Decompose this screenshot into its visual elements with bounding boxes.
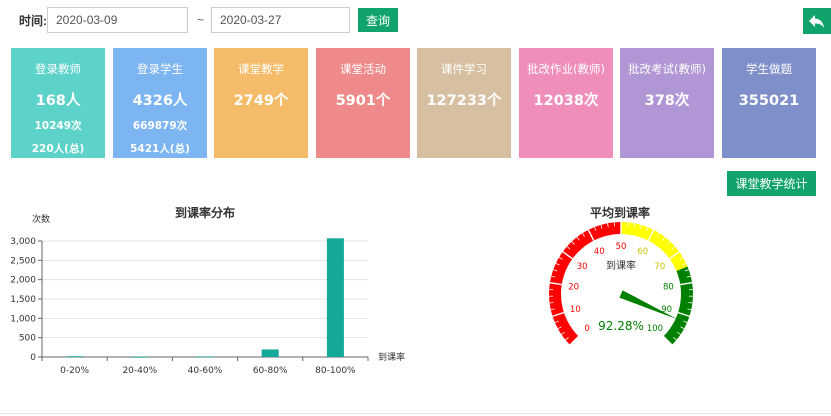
query-button[interactable]: 查询 xyxy=(358,8,398,32)
stat-card-login-students[interactable]: 登录学生 4326人 669879次 5421人(总) xyxy=(113,48,207,158)
x-axis-label: 到课率 xyxy=(378,351,405,363)
card-value: 355021 xyxy=(738,93,800,109)
class-teaching-stats-button[interactable]: 课堂教学统计 xyxy=(727,171,816,196)
stat-card-courseware-study[interactable]: 课件学习 127233个 xyxy=(417,48,511,158)
undo-arrow-icon xyxy=(809,15,824,28)
card-title: 学生做题 xyxy=(746,62,792,76)
x-tick-label: 0-20% xyxy=(60,366,89,376)
card-value: 127233个 xyxy=(426,93,502,109)
card-value: 168人 xyxy=(35,93,81,109)
gauge-minor-tick xyxy=(688,302,693,304)
gauge-tick-label: 80 xyxy=(663,282,674,292)
stat-card-class-teaching[interactable]: 课堂教学 2749个 xyxy=(214,48,308,158)
x-tick-label: 40-60% xyxy=(188,366,223,376)
y-axis-label: 次数 xyxy=(32,213,50,225)
time-label: 时间: xyxy=(19,14,47,28)
start-date-input[interactable] xyxy=(47,7,188,33)
card-value: 12038次 xyxy=(533,93,599,109)
card-value: 2749个 xyxy=(233,93,289,109)
gauge-name: 到课率 xyxy=(606,259,636,272)
bar-80-100% xyxy=(326,238,344,357)
attendance-distribution-chart: 0 500 1,000 1,500 2,000 2,500 3,000 次数到课率 0-20% 2… xyxy=(10,213,405,376)
card-title: 课堂教学 xyxy=(238,62,284,76)
gauge-minor-tick xyxy=(549,302,554,304)
bottom-divider xyxy=(0,413,831,414)
gauge-tick-label: 70 xyxy=(654,262,665,272)
gauge-tick-label: 20 xyxy=(568,282,579,292)
stat-card-student-exercises[interactable]: 学生做题 355021 xyxy=(722,48,816,158)
x-tick-label: 20-40% xyxy=(122,366,157,376)
stat-card-grade-homework[interactable]: 批改作业(教师) 12038次 xyxy=(519,48,613,158)
stat-card-login-teachers[interactable]: 登录教师 168人 10249次 220人(总) xyxy=(11,48,105,158)
back-button[interactable] xyxy=(803,8,831,34)
stat-card-class-activity[interactable]: 课堂活动 5901个 xyxy=(316,48,410,158)
card-sub-total: 5421人(总) xyxy=(130,143,190,155)
gauge-tick-label: 0 xyxy=(584,324,589,334)
bar-60-80% xyxy=(261,349,279,357)
y-tick-label: 500 xyxy=(19,334,36,344)
y-tick-label: 0 xyxy=(30,353,36,363)
card-sub-count: 669879次 xyxy=(132,120,188,132)
card-title: 登录学生 xyxy=(137,62,183,76)
gauge-tick-label: 30 xyxy=(577,262,588,272)
y-tick-label: 1,000 xyxy=(10,314,36,324)
date-range-separator: ~ xyxy=(197,13,205,27)
card-value: 4326人 xyxy=(132,93,188,109)
card-sub-count: 10249次 xyxy=(34,120,82,132)
card-title: 批改作业(教师) xyxy=(527,62,605,76)
x-tick-label: 60-80% xyxy=(253,366,288,376)
gauge-tick-label: 60 xyxy=(637,247,648,257)
gauge-tick-label: 100 xyxy=(647,324,663,334)
end-date-input[interactable] xyxy=(211,7,350,33)
card-title: 批改考试(教师) xyxy=(628,62,706,76)
gauge-value: 92.28% xyxy=(598,319,644,333)
card-sub-total: 220人(总) xyxy=(31,143,85,155)
gauge-tick-label: 10 xyxy=(570,305,581,315)
y-tick-label: 2,000 xyxy=(10,276,36,286)
average-attendance-gauge: 0102030405060708090100到课率92.28% xyxy=(549,222,693,346)
bar-0-20% xyxy=(66,356,84,358)
y-tick-label: 2,500 xyxy=(10,256,36,266)
card-title: 登录教师 xyxy=(35,62,81,76)
gauge-tick-label: 50 xyxy=(616,242,627,252)
x-tick-label: 80-100% xyxy=(315,366,356,376)
card-title: 课堂活动 xyxy=(340,62,386,76)
card-value: 378次 xyxy=(644,93,690,109)
y-tick-label: 3,000 xyxy=(10,237,36,247)
gauge-tick-label: 40 xyxy=(594,247,605,257)
bar-20-40% xyxy=(131,356,149,358)
card-title: 课件学习 xyxy=(441,62,487,76)
bar-40-60% xyxy=(196,356,214,358)
y-tick-label: 1,500 xyxy=(10,295,36,305)
card-value: 5901个 xyxy=(335,93,391,109)
stat-card-grade-exam[interactable]: 批改考试(教师) 378次 xyxy=(620,48,714,158)
